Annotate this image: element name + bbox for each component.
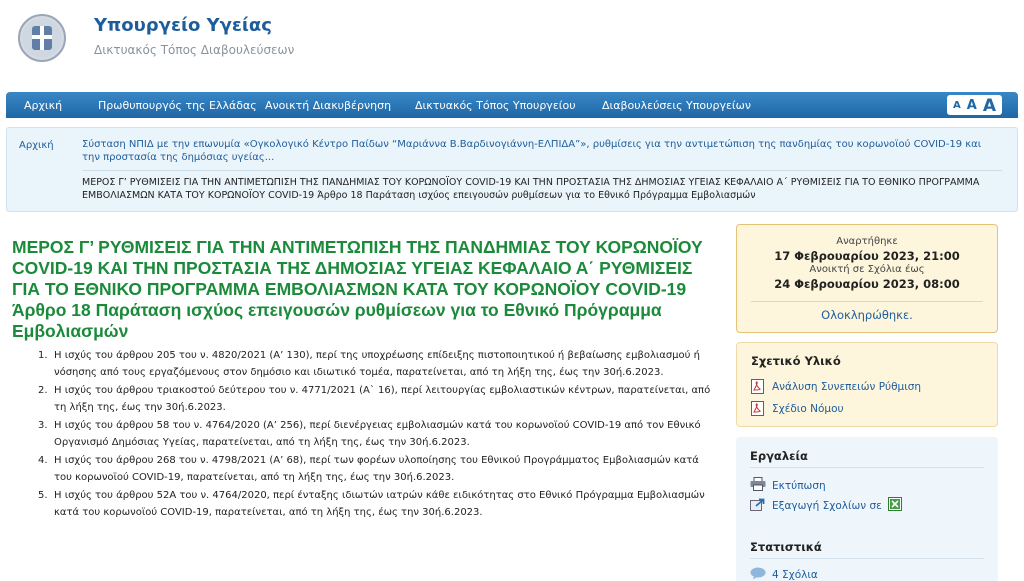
article-paragraph: 3. Η ισχύς του άρθρου 58 του ν. 4764/2020… — [38, 417, 718, 451]
article-paragraph: 2. Η ισχύς του άρθρου τριακοστού δεύτερου… — [38, 382, 718, 416]
breadcrumb-home-link[interactable]: Αρχική — [19, 140, 54, 151]
main-nav: Αρχική Πρωθυπουργός της Ελλάδας Ανοικτή … — [6, 92, 1018, 118]
comments-count-link[interactable]: 4 Σχόλια — [750, 567, 818, 581]
open-until-label: Ανοικτή σε Σχόλια έως — [809, 264, 925, 275]
breadcrumb: Αρχική Σύσταση ΝΠΙΔ με την επωνυμία «Ογκ… — [6, 127, 1018, 212]
site-subtitle: Δικτυακός Τόπος Διαβουλεύσεων — [94, 43, 295, 57]
export-arrow-icon — [750, 497, 766, 514]
site-title[interactable]: Υπουργείο Υγείας — [94, 15, 272, 36]
open-until-date: 24 Φεβρουαρίου 2023, 08:00 — [774, 277, 960, 291]
paragraph-text: Η ισχύς του άρθρου 52Α του ν. 4764/2020,… — [54, 490, 705, 518]
excel-icon — [887, 497, 902, 514]
posted-date: 17 Φεβρουαρίου 2023, 21:00 — [774, 249, 960, 263]
comment-bubble-icon — [750, 567, 766, 581]
related-item-impact-analysis[interactable]: Ανάλυση Συνεπειών Ρύθμιση — [751, 379, 921, 394]
paragraph-number: 5. — [38, 490, 48, 501]
tools-title: Εργαλεία — [750, 449, 808, 463]
comments-count: 4 Σχόλια — [772, 569, 818, 581]
paragraph-number: 2. — [38, 385, 48, 396]
posted-label: Αναρτήθηκε — [836, 236, 898, 247]
article-title: ΜΕΡΟΣ Γ’ ΡΥΘΜΙΣΕΙΣ ΓΙΑ ΤΗΝ ΑΝΤΙΜΕΤΩΠΙΣΗ … — [12, 237, 703, 341]
page: Υπουργείο Υγείας Δικτυακός Τόπος Διαβουλ… — [0, 0, 1024, 581]
font-size-medium-button[interactable]: A — [967, 97, 977, 115]
breadcrumb-current: ΜΕΡΟΣ Γ’ ΡΥΘΜΙΣΕΙΣ ΓΙΑ ΤΗΝ ΑΝΤΙΜΕΤΩΠΙΣΗ … — [82, 177, 980, 201]
nav-item-prime-minister[interactable]: Πρωθυπουργός της Ελλάδας — [98, 99, 257, 112]
export-comments-link[interactable]: Εξαγωγή Σχολίων σε — [750, 497, 902, 514]
export-label: Εξαγωγή Σχολίων σε — [772, 499, 882, 512]
print-label: Εκτύπωση — [772, 479, 826, 492]
tools-box: Εργαλεία Εκτύπωση Εξαγωγή Σχολίων σε Στα… — [736, 437, 998, 581]
related-item-label: Σχέδιο Νόμου — [772, 402, 844, 415]
post-info-divider — [751, 301, 983, 302]
paragraph-text: Η ισχύς του άρθρου τριακοστού δεύτερου τ… — [54, 385, 711, 413]
ministry-emblem-logo[interactable] — [18, 14, 66, 62]
article-paragraph: 5. Η ισχύς του άρθρου 52Α του ν. 4764/202… — [38, 487, 718, 521]
pdf-icon — [751, 401, 764, 416]
nav-item-consultations[interactable]: Διαβουλεύσεις Υπουργείων — [602, 99, 751, 112]
printer-icon — [750, 477, 766, 494]
article-paragraph: 4. Η ισχύς του άρθρου 268 του ν. 4798/202… — [38, 452, 718, 486]
nav-item-open-government[interactable]: Ανοικτή Διακυβέρνηση — [265, 99, 391, 112]
status-completed: Ολοκληρώθηκε. — [821, 308, 913, 322]
paragraph-text: Η ισχύς του άρθρου 205 του ν. 4820/2021 … — [54, 350, 700, 378]
print-link[interactable]: Εκτύπωση — [750, 477, 826, 494]
tools-divider — [750, 467, 984, 468]
nav-item-ministry-site[interactable]: Δικτυακός Τόπος Υπουργείου — [415, 99, 576, 112]
related-material-box: Σχετικό Υλικό Ανάλυση Συνεπειών Ρύθμιση … — [736, 342, 998, 427]
font-size-small-button[interactable]: A — [953, 97, 961, 115]
statistics-title: Στατιστικά — [750, 540, 822, 554]
font-size-large-button[interactable]: A — [983, 97, 996, 115]
related-item-draft-law[interactable]: Σχέδιο Νόμου — [751, 401, 844, 416]
breadcrumb-parent-link[interactable]: Σύσταση ΝΠΙΔ με την επωνυμία «Ογκολογικό… — [82, 138, 982, 164]
paragraph-number: 3. — [38, 420, 48, 431]
paragraph-text: Η ισχύς του άρθρου 58 του ν. 4764/2020 (… — [54, 420, 701, 448]
related-item-label: Ανάλυση Συνεπειών Ρύθμιση — [772, 380, 922, 393]
article-paragraph: 1. Η ισχύς του άρθρου 205 του ν. 4820/202… — [38, 347, 718, 381]
article-paragraphs: 1. Η ισχύς του άρθρου 205 του ν. 4820/202… — [38, 347, 718, 522]
font-size-switcher: A A A — [947, 95, 1002, 115]
breadcrumb-divider — [82, 170, 1002, 171]
post-info-box: Αναρτήθηκε 17 Φεβρουαρίου 2023, 21:00 Αν… — [736, 224, 998, 333]
paragraph-text: Η ισχύς του άρθρου 268 του ν. 4798/2021 … — [54, 455, 699, 483]
paragraph-number: 4. — [38, 455, 48, 466]
pdf-icon — [751, 379, 764, 394]
related-material-title: Σχετικό Υλικό — [751, 354, 841, 368]
nav-item-home[interactable]: Αρχική — [24, 99, 62, 112]
paragraph-number: 1. — [38, 350, 48, 361]
statistics-divider — [750, 558, 984, 559]
